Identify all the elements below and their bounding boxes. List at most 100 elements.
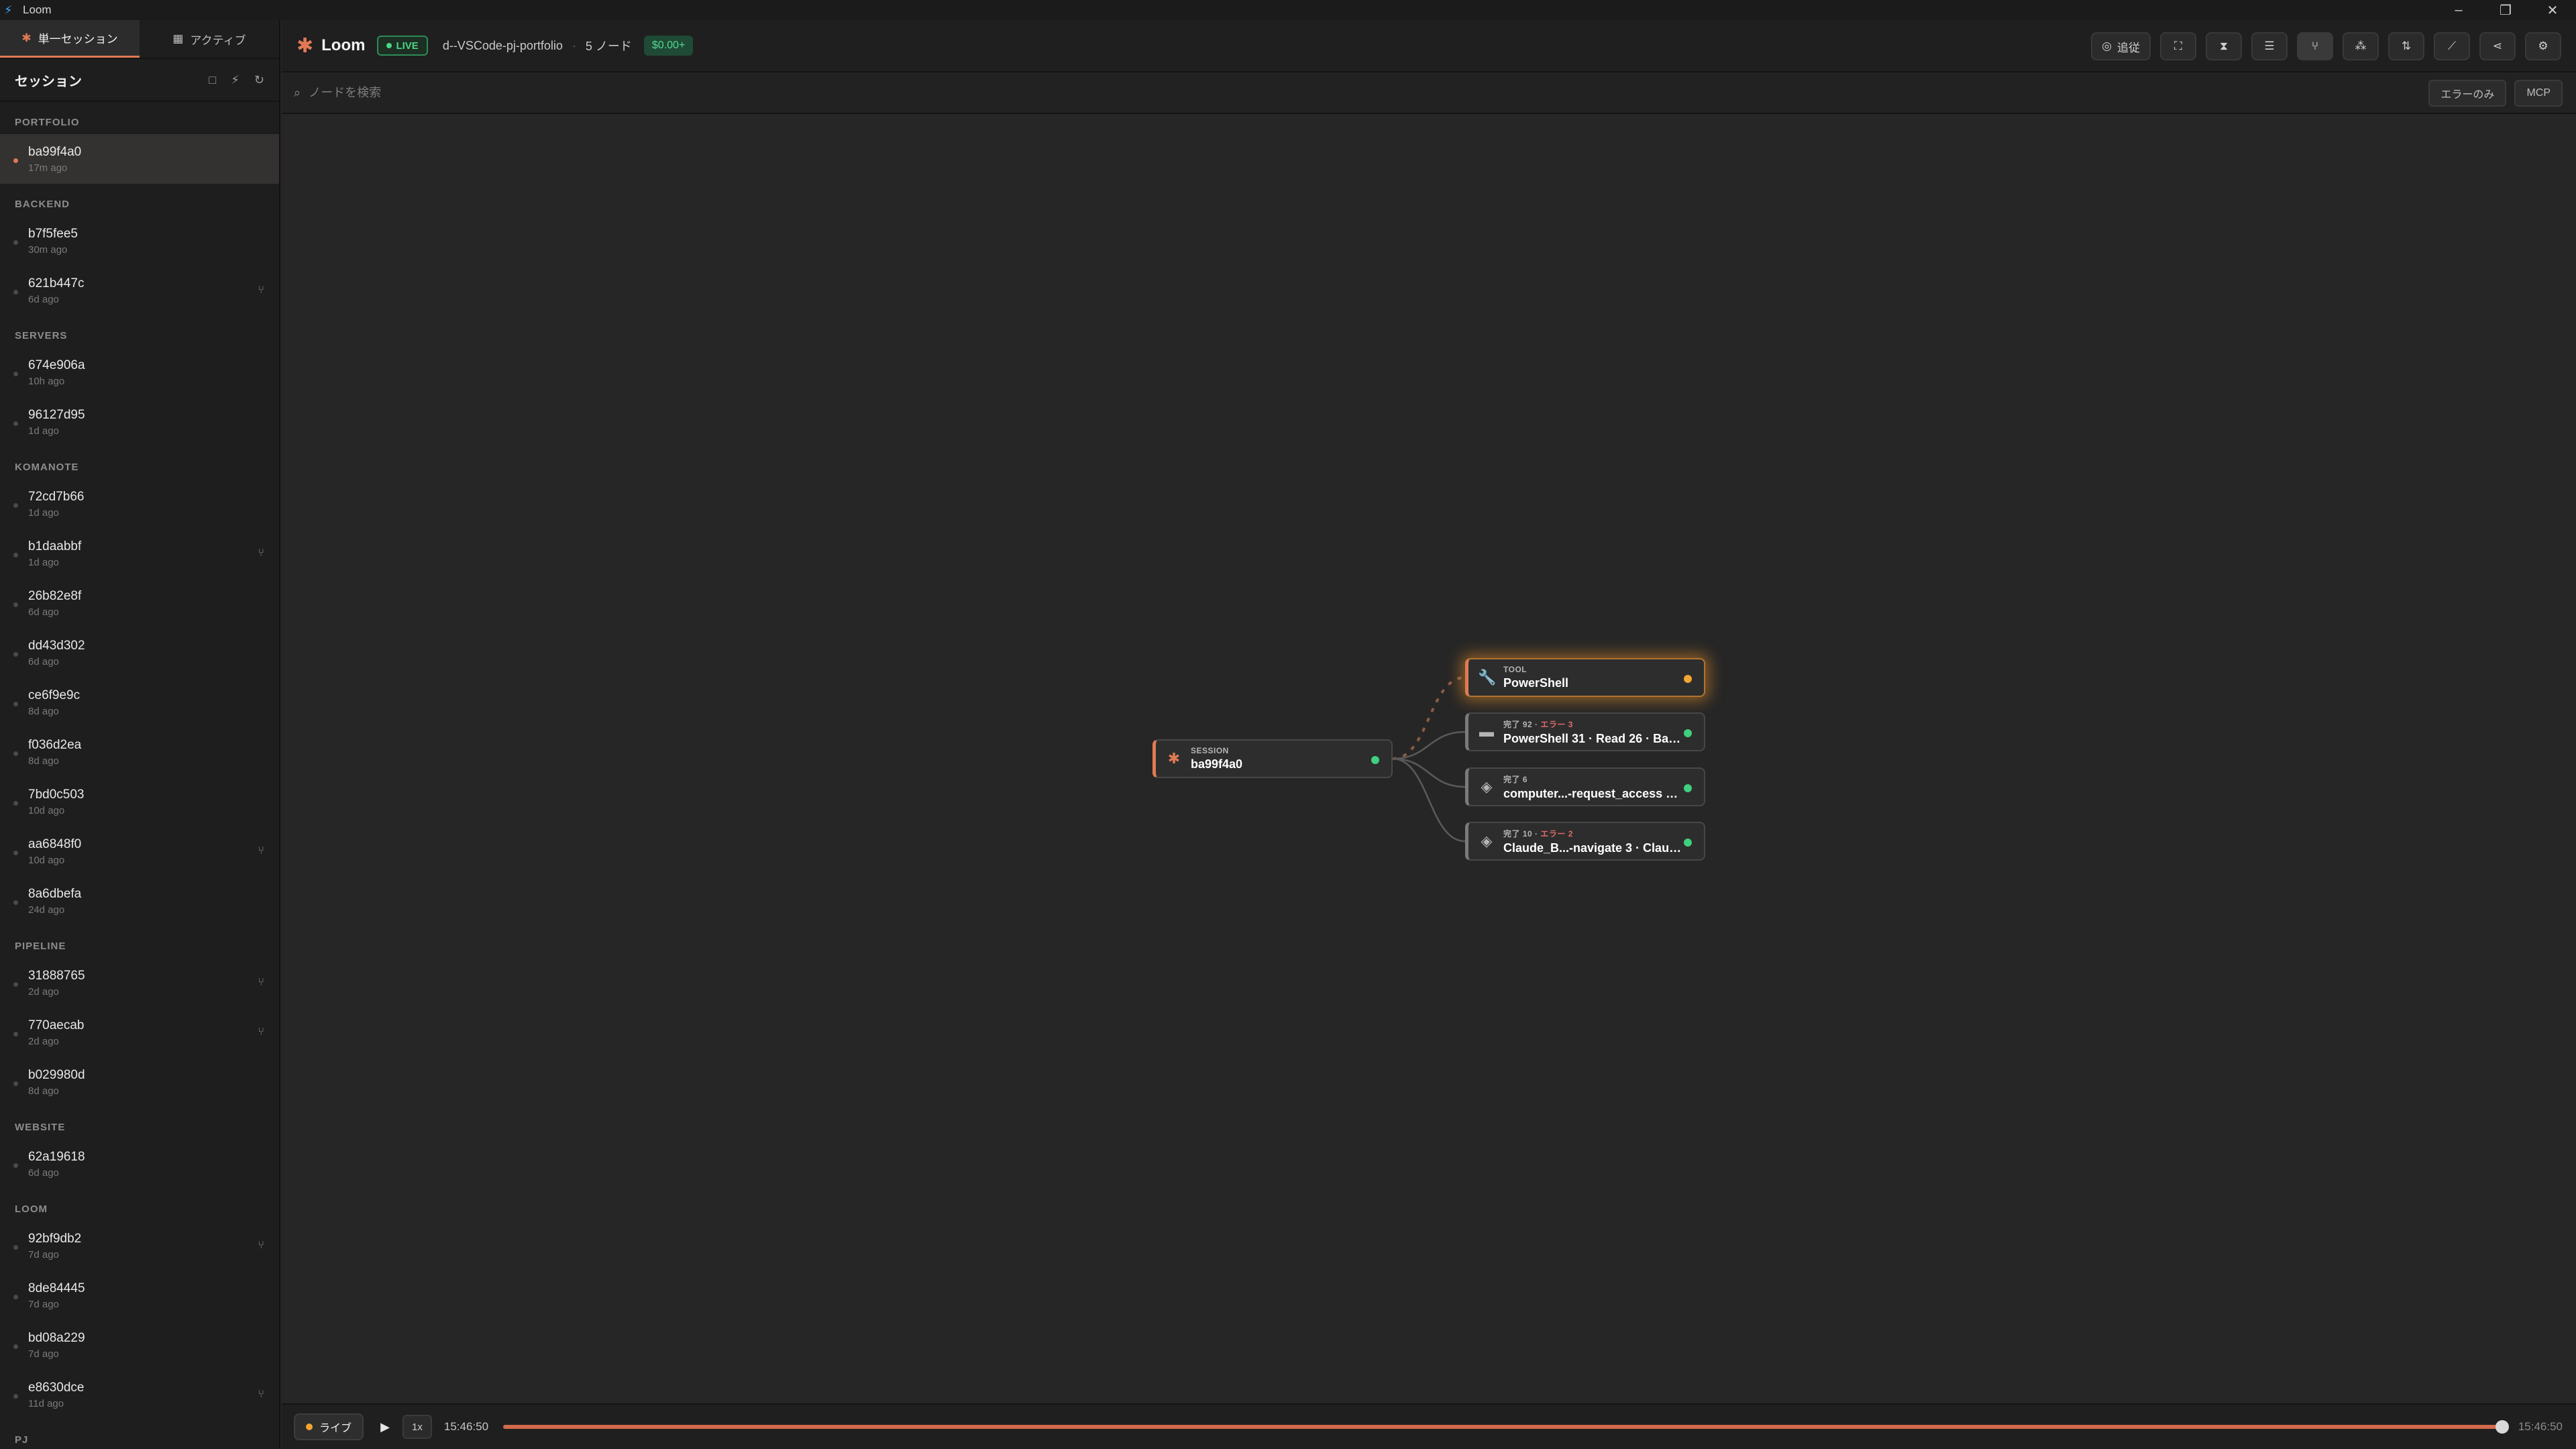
toolbar: ◎ 追従 ⛶ ⧗ ☰ ⑂ ⁂ ⇅ ⟋ ⋖ ⚙ xyxy=(2091,32,2561,60)
session-age: 8d ago xyxy=(28,755,59,767)
session-id: 26b82e8f xyxy=(28,588,82,603)
session-age: 17m ago xyxy=(28,162,68,174)
node-kind: TOOL xyxy=(1503,665,1527,674)
session-item[interactable]: bd08a229 7d ago xyxy=(0,1320,279,1370)
session-item[interactable]: e8630dce 11d ago ⑂ xyxy=(0,1370,279,1419)
follow-label: 追従 xyxy=(2117,41,2140,54)
branch-icon: ⑂ xyxy=(258,1026,264,1038)
session-item[interactable]: 674e906a 10h ago xyxy=(0,347,279,397)
bolt-icon[interactable]: ⚡ xyxy=(231,73,239,87)
list-view-button[interactable]: ☰ xyxy=(2251,32,2288,60)
live-label: LIVE xyxy=(396,40,419,52)
session-age: 2d ago xyxy=(28,1035,59,1047)
session-id: e8630dce xyxy=(28,1380,85,1395)
session-item[interactable]: b7f5fee5 30m ago xyxy=(0,216,279,266)
graph-edge xyxy=(1392,757,1466,788)
session-item[interactable]: aa6848f0 10d ago ⑂ xyxy=(0,826,279,876)
timeline-thumb[interactable] xyxy=(2496,1420,2510,1434)
group-node-powershell[interactable]: ▬ 完了 92 · エラー 3 PowerShell 31 · Read 26 … xyxy=(1465,712,1705,751)
session-item[interactable]: b029980d 8d ago xyxy=(0,1057,279,1107)
session-item[interactable]: ba99f4a0 17m ago xyxy=(0,134,279,184)
status-dot-icon xyxy=(1684,839,1692,847)
session-item[interactable]: 31888765 2d ago ⑂ xyxy=(0,958,279,1008)
graph-canvas[interactable]: ✱ SESSION ba99f4a0 🔧 TOOL PowerShell ▬ 完… xyxy=(282,114,2576,1403)
session-age: 7d ago xyxy=(28,1248,59,1260)
settings-button[interactable]: ⚙ xyxy=(2525,32,2561,60)
group-node-computer[interactable]: ◈ 完了 6 computer...-request_access 2 ·... xyxy=(1465,767,1705,806)
session-status-dot-icon xyxy=(13,1344,18,1349)
done-count: 完了 10 xyxy=(1503,828,1533,839)
minimize-button[interactable]: – xyxy=(2435,0,2482,20)
session-item[interactable]: b1daabbf 1d ago ⑂ xyxy=(0,529,279,578)
session-status-dot-icon xyxy=(13,982,18,987)
share-button[interactable]: ⋖ xyxy=(2479,32,2516,60)
session-age: 10d ago xyxy=(28,854,65,866)
folder-icon: ▬ xyxy=(1479,723,1494,740)
session-item[interactable]: 26b82e8f 6d ago xyxy=(0,578,279,628)
branch-icon: ⑂ xyxy=(258,845,264,857)
search-bar: ⌕ エラーのみ MCP xyxy=(282,72,2576,114)
search-input[interactable] xyxy=(309,85,2188,100)
loom-app-icon: ⚡ xyxy=(4,3,13,17)
session-item[interactable]: 8de84445 7d ago xyxy=(0,1271,279,1320)
session-item[interactable]: ce6f9e9c 8d ago xyxy=(0,678,279,727)
session-group-label: LOOM xyxy=(15,1203,48,1215)
play-button[interactable]: ▶ xyxy=(373,1415,397,1439)
cluster-view-icon: ⁂ xyxy=(2355,40,2367,52)
collapse-icon: ⧗ xyxy=(2220,40,2228,52)
session-item[interactable]: 72cd7b66 1d ago xyxy=(0,479,279,529)
node-kind: 完了 92 · エラー 3 xyxy=(1503,719,1573,729)
live-button[interactable]: ライブ xyxy=(294,1413,364,1440)
session-item[interactable]: dd43d302 6d ago xyxy=(0,628,279,678)
session-item[interactable]: 770aecab 2d ago ⑂ xyxy=(0,1008,279,1057)
cost-badge: $0.00+ xyxy=(643,36,694,56)
close-button[interactable]: ✕ xyxy=(2529,0,2576,20)
node-title: PowerShell 31 · Read 26 · Bas... xyxy=(1503,731,1684,745)
group-node-claude-browser[interactable]: ◈ 完了 10 · エラー 2 Claude_B...-navigate 3 ·… xyxy=(1465,822,1705,861)
timeline-scrubber[interactable] xyxy=(503,1420,2510,1434)
session-item[interactable]: 8a6dbefa 24d ago xyxy=(0,876,279,926)
session-item[interactable]: 7bd0c503 10d ago xyxy=(0,777,279,826)
session-age: 24d ago xyxy=(28,904,65,916)
tab-single-session[interactable]: ✱ 単一セッション xyxy=(0,20,140,58)
session-status-dot-icon xyxy=(13,290,18,294)
errors-only-button[interactable]: エラーのみ xyxy=(2428,80,2507,107)
session-status-dot-icon xyxy=(13,1163,18,1168)
session-item[interactable]: f036d2ea 8d ago xyxy=(0,727,279,777)
mcp-button[interactable]: MCP xyxy=(2514,80,2563,107)
folder-icon[interactable]: □ xyxy=(209,73,216,87)
timeline-start-time: 15:46:50 xyxy=(443,1420,489,1433)
session-item[interactable]: 621b447c 6d ago ⑂ xyxy=(0,266,279,315)
graph-view-button[interactable]: ⑂ xyxy=(2297,32,2333,60)
session-id: b029980d xyxy=(28,1067,85,1082)
session-id: bd08a229 xyxy=(28,1330,85,1345)
session-item[interactable]: 92bf9db2 7d ago ⑂ xyxy=(0,1221,279,1271)
session-node[interactable]: ✱ SESSION ba99f4a0 xyxy=(1152,739,1393,778)
brand-name: Loom xyxy=(321,36,366,54)
graph-view-icon: ⑂ xyxy=(2311,40,2319,52)
project-name: d--VSCode-pj-portfolio xyxy=(442,38,563,52)
session-list-header: セッション □ ⚡ ↻ xyxy=(0,59,279,102)
fit-view-button[interactable]: ⛶ xyxy=(2160,32,2196,60)
collapse-button[interactable]: ⧗ xyxy=(2206,32,2242,60)
tab-active[interactable]: ▦ アクティブ xyxy=(140,20,279,58)
session-age: 8d ago xyxy=(28,705,59,717)
plugin-icon: ◈ xyxy=(1481,833,1493,849)
error-count: エラー 2 xyxy=(1540,828,1573,839)
follow-button[interactable]: ◎ 追従 xyxy=(2091,32,2151,60)
session-age: 8d ago xyxy=(28,1085,59,1097)
sort-button[interactable]: ⇅ xyxy=(2388,32,2424,60)
node-title: computer...-request_access 2 ·... xyxy=(1503,786,1684,800)
session-item[interactable]: 62a19618 6d ago xyxy=(0,1139,279,1189)
cluster-view-button[interactable]: ⁂ xyxy=(2343,32,2379,60)
chart-view-button[interactable]: ⟋ xyxy=(2434,32,2470,60)
session-group-label: WEBSITE xyxy=(15,1122,66,1133)
tool-node-powershell[interactable]: 🔧 TOOL PowerShell xyxy=(1465,658,1705,697)
window-title: Loom xyxy=(23,3,52,16)
maximize-button[interactable]: ❐ xyxy=(2482,0,2529,20)
branch-icon: ⑂ xyxy=(258,1389,264,1400)
speed-button[interactable]: 1x xyxy=(402,1415,432,1439)
refresh-icon[interactable]: ↻ xyxy=(254,73,264,87)
session-item[interactable]: 96127d95 1d ago xyxy=(0,397,279,447)
separator: · xyxy=(572,38,576,52)
